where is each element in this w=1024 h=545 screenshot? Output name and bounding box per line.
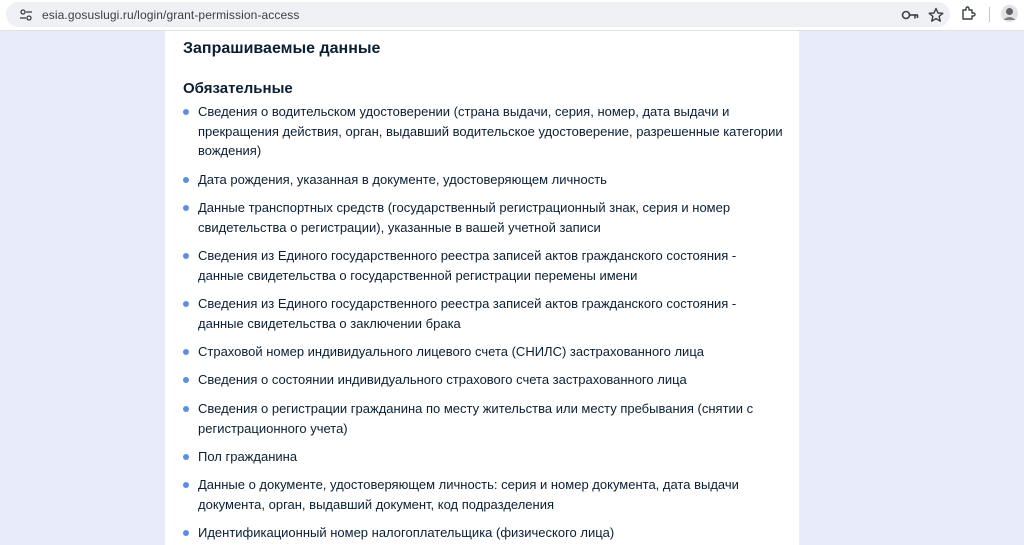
list-item: Сведения из Единого государственного рее… <box>183 246 783 285</box>
list-item: Дата рождения, указанная в документе, уд… <box>183 170 783 190</box>
profile-avatar-icon <box>1001 5 1018 22</box>
password-key-icon[interactable] <box>901 9 919 21</box>
list-item: Сведения о регистрации гражданина по мес… <box>183 399 783 438</box>
site-settings-icon[interactable] <box>20 9 32 21</box>
bullet-dot <box>183 530 189 536</box>
list-item: Идентификационный номер налогоплательщик… <box>183 523 783 543</box>
bullet-dot <box>183 177 189 183</box>
list-item: Данные транспортных средств (государстве… <box>183 198 783 237</box>
bullet-dot <box>183 253 189 259</box>
browser-toolbar: esia.gosuslugi.ru/login/grant-permission… <box>0 0 1024 31</box>
bullet-dot <box>183 301 189 307</box>
list-item-text: Данные о документе, удостоверяющем лично… <box>198 477 739 512</box>
section-title: Запрашиваемые данные <box>183 40 381 57</box>
list-item-text: Дата рождения, указанная в документе, уд… <box>198 172 607 187</box>
required-subsection-title: Обязательные <box>183 80 293 97</box>
bullet-dot <box>183 406 189 412</box>
bullet-dot <box>183 482 189 488</box>
list-item-text: Данные транспортных средств (государстве… <box>198 200 731 235</box>
list-item-text: Страховой номер индивидуального лицевого… <box>198 344 704 359</box>
bullet-dot <box>183 454 189 460</box>
list-item-text: Сведения о водительском удостоверении (с… <box>198 104 783 158</box>
extensions-puzzle-icon[interactable] <box>961 5 977 21</box>
address-bar[interactable]: esia.gosuslugi.ru/login/grant-permission… <box>6 2 950 27</box>
url-text[interactable]: esia.gosuslugi.ru/login/grant-permission… <box>42 8 300 22</box>
requested-data-card: Запрашиваемые данные Обязательные Сведен… <box>165 31 799 545</box>
profile-avatar[interactable] <box>1001 5 1018 22</box>
list-item: Сведения о водительском удостоверении (с… <box>183 102 783 161</box>
bookmark-star-icon[interactable] <box>928 7 944 23</box>
bullet-dot <box>183 109 189 115</box>
list-item: Данные о документе, удостоверяющем лично… <box>183 475 783 514</box>
bullet-dot <box>183 377 189 383</box>
list-item-text: Пол гражданина <box>198 449 298 464</box>
toolbar-divider <box>989 7 990 22</box>
list-item: Пол гражданина <box>183 447 783 467</box>
bullet-dot <box>183 205 189 211</box>
list-item-text: Идентификационный номер налогоплательщик… <box>198 525 615 540</box>
list-item: Страховой номер индивидуального лицевого… <box>183 342 783 362</box>
list-item-text: Сведения о регистрации гражданина по мес… <box>198 401 754 436</box>
list-item-text: Сведения о состоянии индивидуального стр… <box>198 372 687 387</box>
bullet-dot <box>183 349 189 355</box>
list-item: Сведения из Единого государственного рее… <box>183 294 783 333</box>
list-item: Сведения о состоянии индивидуального стр… <box>183 370 783 390</box>
list-item-text: Сведения из Единого государственного рее… <box>198 296 737 331</box>
list-item-text: Сведения из Единого государственного рее… <box>198 248 737 283</box>
